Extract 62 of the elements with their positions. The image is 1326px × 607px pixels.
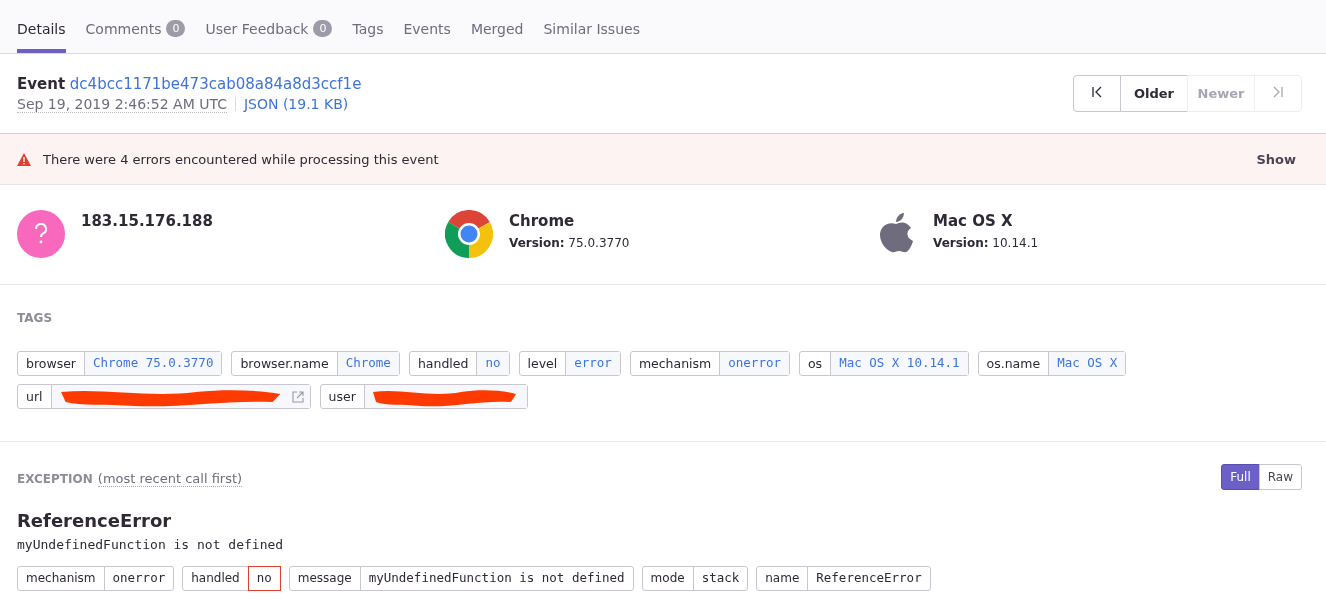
warning-icon — [17, 152, 31, 166]
first-page-button[interactable] — [1073, 75, 1121, 112]
tab[interactable]: Tags — [352, 21, 384, 53]
show-button[interactable]: Show — [1250, 150, 1302, 168]
mechanism-value: stack — [700, 569, 741, 587]
event-label: Event — [17, 74, 66, 93]
tag-key: user — [320, 385, 365, 408]
json-link[interactable]: JSON (19.1 KB) — [243, 96, 349, 112]
section-heading: EXCEPTION — [17, 471, 93, 486]
tab[interactable]: User Feedback 0 — [205, 20, 333, 53]
tag-pill[interactable]: handled no — [408, 351, 510, 376]
mechanism-key: name — [757, 567, 809, 590]
tab[interactable]: Details — [17, 21, 66, 53]
context-title: 183.15.176.188 — [81, 212, 213, 230]
context-title: Mac OS X — [933, 212, 1014, 230]
alert-message: There were 4 errors encountered while processing this event — [43, 151, 440, 167]
section-heading: TAGS — [17, 311, 54, 325]
first-page-icon — [1091, 86, 1103, 98]
version-text: Version: 10.14.1 — [933, 236, 1039, 250]
count-badge: 0 — [166, 20, 186, 37]
tag-value-link[interactable]: no — [477, 352, 509, 375]
tag-value-link[interactable]: onerror — [720, 352, 789, 375]
event-id-link[interactable]: dc4bcc1171be473cab08a84a8d3ccf1e — [69, 74, 362, 93]
tag-value-link[interactable]: Mac OS X 10.14.1 — [831, 352, 968, 375]
tag-pill[interactable]: mechanism onerror — [629, 351, 790, 376]
older-button[interactable]: Older — [1120, 75, 1188, 112]
view-toggle-button[interactable]: Full — [1221, 464, 1260, 490]
tag-pill[interactable]: url — [17, 384, 311, 409]
mechanism-value: onerror — [111, 569, 167, 587]
external-link-icon[interactable] — [291, 390, 304, 403]
tag-pill[interactable]: browser Chrome 75.0.3770 — [17, 351, 223, 376]
user-avatar-icon — [17, 210, 65, 258]
tab[interactable]: Events — [403, 21, 451, 53]
tag-pill[interactable]: os Mac OS X 10.14.1 — [798, 351, 969, 376]
browser-logo-icon — [445, 210, 493, 258]
tag-value-link[interactable]: Chrome — [337, 352, 399, 375]
tag-pill[interactable]: os.name Mac OS X — [977, 351, 1127, 376]
event-date: Sep 19, 2019 2:46:52 AM UTC — [17, 95, 227, 113]
tag-value-link[interactable]: error — [566, 352, 620, 375]
mechanism-value: myUndefinedFunction is not defined — [367, 569, 626, 587]
section-subheading: (most recent call first) — [97, 470, 243, 487]
tab[interactable]: Similar Issues — [543, 21, 640, 53]
exception-type: ReferenceError — [17, 510, 173, 531]
view-toggle-button[interactable]: Raw — [1258, 464, 1302, 490]
tag-pill[interactable]: user — [319, 384, 528, 409]
mechanism-key: mode — [642, 567, 694, 590]
tag-pill[interactable]: browser.name Chrome — [231, 351, 400, 376]
exception-message: myUndefinedFunction is not defined — [17, 537, 285, 552]
tag-key: url — [18, 385, 52, 408]
tag-value-link[interactable]: Chrome 75.0.3770 — [85, 352, 222, 375]
tab[interactable]: Comments 0 — [85, 20, 186, 53]
version-text: Version: 75.0.3770 — [509, 236, 630, 250]
last-page-icon — [1272, 86, 1284, 98]
mechanism-key: mechanism — [18, 567, 105, 590]
tab[interactable]: Merged — [470, 21, 524, 53]
context-title: Chrome — [509, 212, 576, 230]
tag-value-link[interactable]: Mac OS X — [1049, 352, 1126, 375]
mechanism-value: ReferenceError — [815, 569, 923, 587]
tag-pill[interactable]: level error — [518, 351, 621, 376]
mechanism-key: message — [289, 567, 361, 590]
count-badge: 0 — [313, 20, 333, 37]
tag-key: browser.name — [232, 352, 338, 375]
